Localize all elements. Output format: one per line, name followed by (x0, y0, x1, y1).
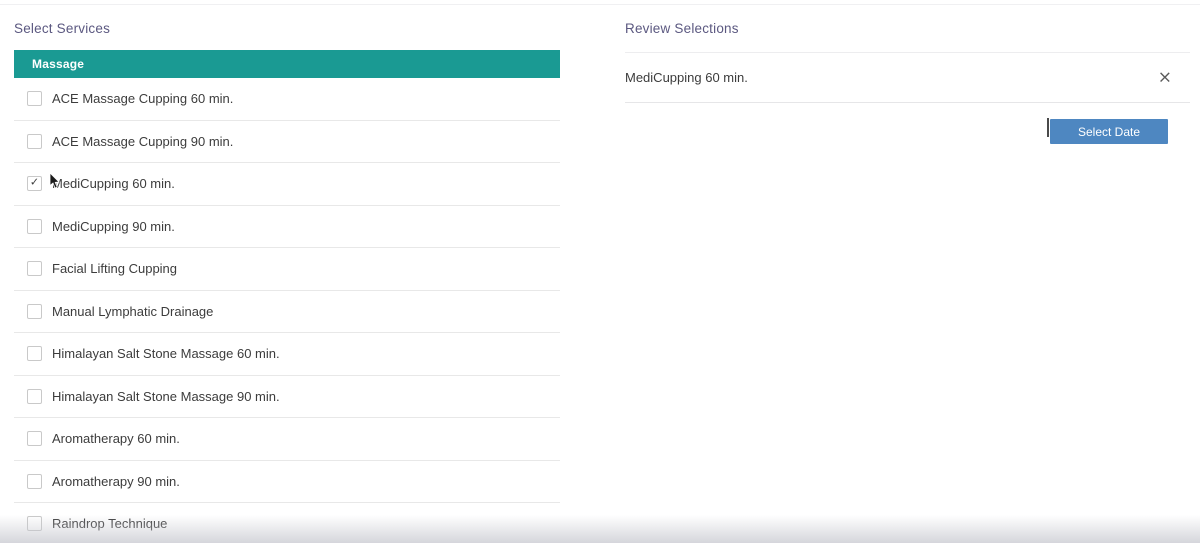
massage-category-header[interactable]: Massage (14, 50, 560, 78)
review-selections-title: Review Selections (625, 21, 739, 36)
service-row[interactable]: MediCupping 90 min. (14, 206, 560, 248)
services-list: ACE Massage Cupping 60 min. ACE Massage … (14, 78, 560, 543)
service-row[interactable]: Aromatherapy 60 min. (14, 418, 560, 461)
service-label: Manual Lymphatic Drainage (52, 303, 214, 319)
top-divider (0, 4, 1200, 5)
select-services-title: Select Services (14, 21, 111, 36)
service-row[interactable]: ✓ MediCupping 60 min. (14, 163, 560, 206)
review-selection-row: MediCupping 60 min. × (625, 53, 1190, 103)
service-checkbox[interactable] (27, 261, 42, 277)
massage-category-label: Massage (32, 57, 85, 71)
service-checkbox[interactable] (27, 91, 42, 107)
service-checkbox[interactable] (27, 473, 42, 489)
service-row[interactable]: Manual Lymphatic Drainage (14, 291, 560, 333)
service-label: Himalayan Salt Stone Massage 90 min. (52, 388, 280, 404)
service-row[interactable]: Raindrop Technique (14, 503, 560, 543)
service-label: MediCupping 90 min. (52, 218, 175, 234)
service-row[interactable]: ACE Massage Cupping 90 min. (14, 121, 560, 163)
service-label: Aromatherapy 90 min. (52, 473, 180, 489)
service-label: Aromatherapy 60 min. (52, 431, 180, 447)
service-checkbox[interactable] (27, 303, 42, 319)
service-checkbox[interactable] (27, 388, 42, 404)
service-checkbox[interactable] (27, 346, 42, 362)
service-label: ACE Massage Cupping 90 min. (52, 133, 234, 149)
service-checkbox[interactable] (27, 218, 42, 234)
service-label: Himalayan Salt Stone Massage 60 min. (52, 346, 280, 362)
service-row[interactable]: Facial Lifting Cupping (14, 248, 560, 291)
service-row[interactable]: Himalayan Salt Stone Massage 60 min. (14, 333, 560, 376)
service-row[interactable]: Himalayan Salt Stone Massage 90 min. (14, 376, 560, 418)
service-checkbox[interactable] (27, 516, 42, 532)
service-row[interactable]: Aromatherapy 90 min. (14, 461, 560, 503)
service-label: MediCupping 60 min. (52, 176, 175, 192)
service-checkbox[interactable] (27, 133, 42, 149)
checkmark-icon: ✓ (29, 176, 40, 189)
service-checkbox[interactable]: ✓ (27, 176, 42, 192)
select-date-button[interactable]: Select Date (1050, 119, 1168, 144)
service-label: ACE Massage Cupping 60 min. (52, 91, 234, 107)
service-row[interactable]: ACE Massage Cupping 60 min. (14, 78, 560, 121)
remove-selection-icon[interactable]: × (1158, 69, 1172, 86)
review-selections-list: MediCupping 60 min. × (625, 52, 1190, 103)
service-label: Facial Lifting Cupping (52, 261, 178, 277)
service-checkbox[interactable] (27, 431, 42, 447)
text-caret (1047, 118, 1049, 137)
service-label: Raindrop Technique (52, 516, 168, 532)
review-selection-label: MediCupping 60 min. (625, 70, 748, 85)
